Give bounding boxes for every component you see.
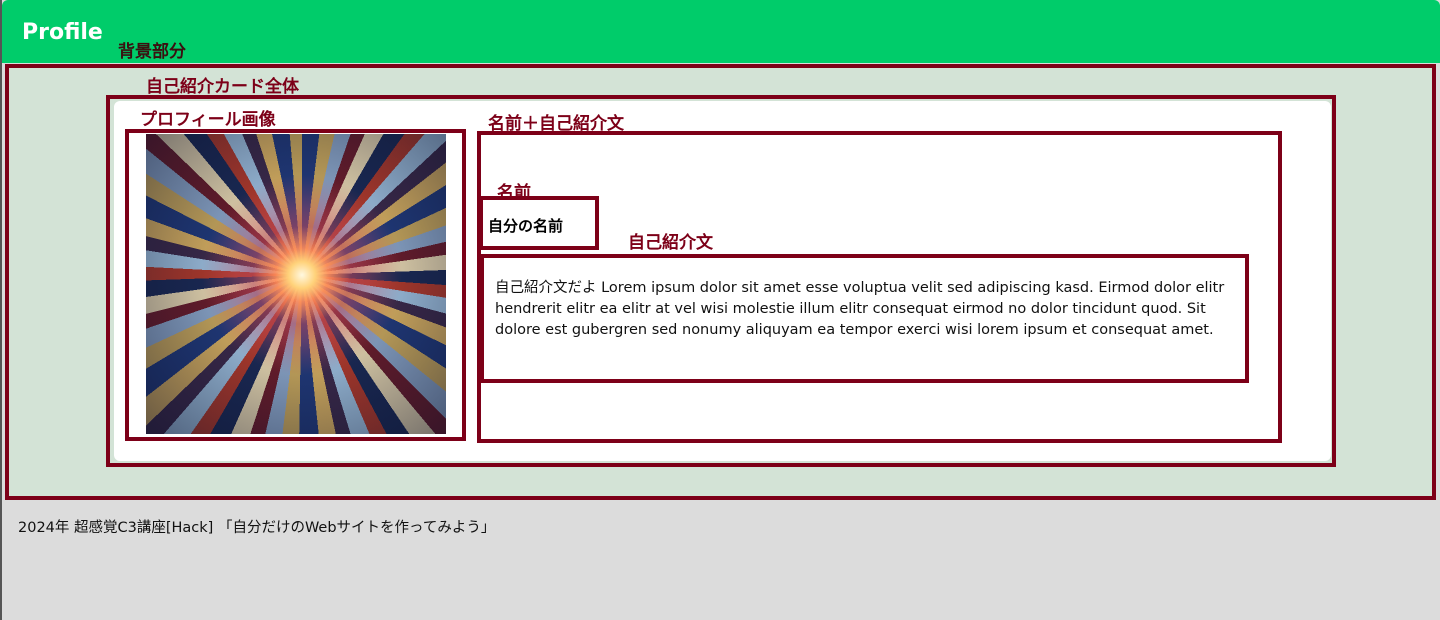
profile-name: 自分の名前 xyxy=(488,217,564,235)
annotation-bio: 自己紹介文 xyxy=(628,233,713,253)
site-header: Profile xyxy=(2,0,1440,63)
annotation-background: 背景部分 xyxy=(118,42,186,62)
window-edge xyxy=(0,0,2,620)
annotation-frame-image xyxy=(125,129,466,441)
profile-bio: 自己紹介文だよ Lorem ipsum dolor sit amet esse … xyxy=(495,280,1225,338)
header-title: Profile xyxy=(22,20,103,45)
footer-text: 2024年 超感覚C3講座[Hack] 「自分だけのWebサイトを作ってみよう」 xyxy=(18,520,496,536)
annotation-name-bio: 名前＋自己紹介文 xyxy=(488,114,624,134)
annotation-card-whole: 自己紹介カード全体 xyxy=(146,77,299,97)
annotation-profile-image: プロフィール画像 xyxy=(140,110,276,130)
